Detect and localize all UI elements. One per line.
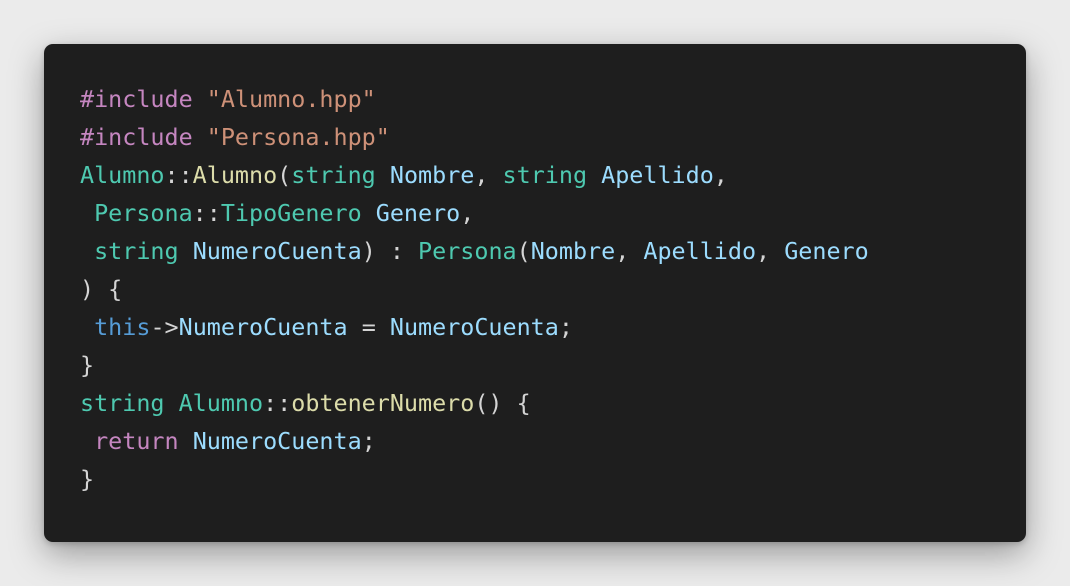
- code-token: ) {: [80, 275, 123, 303]
- code-token: Apellido: [643, 237, 757, 265]
- code-token: ->: [150, 313, 179, 341]
- code-token: string: [94, 237, 179, 265]
- code-token: =: [347, 313, 390, 341]
- code-token: return: [94, 427, 179, 455]
- code-token: Persona: [418, 237, 517, 265]
- code-token: ,: [713, 161, 728, 189]
- code-block: #include "Alumno.hpp" #include "Persona.…: [80, 80, 869, 498]
- code-token: ;: [361, 427, 376, 455]
- code-token: NumeroCuenta: [178, 313, 348, 341]
- code-line: Persona::TipoGenero Genero,: [80, 194, 869, 232]
- code-token: string: [291, 161, 376, 189]
- code-line: }: [80, 460, 869, 498]
- code-token: "Alumno.hpp": [206, 85, 376, 113]
- code-line: #include "Alumno.hpp": [80, 80, 869, 118]
- code-snippet-card: #include "Alumno.hpp" #include "Persona.…: [44, 44, 1026, 542]
- code-token: ,: [460, 199, 475, 227]
- code-token: NumeroCuenta: [192, 427, 362, 455]
- code-line: ) {: [80, 270, 869, 308]
- code-token: ,: [756, 237, 785, 265]
- code-token: "Persona.hpp": [206, 123, 390, 151]
- code-token: Alumno: [178, 389, 264, 417]
- code-token: #include: [80, 85, 193, 113]
- code-token: () {: [474, 389, 531, 417]
- code-line: }: [80, 346, 869, 384]
- code-token: ::: [164, 161, 193, 189]
- code-token: Genero: [784, 237, 869, 265]
- code-token: ) :: [361, 237, 419, 265]
- code-token: }: [80, 351, 95, 379]
- code-line: string NumeroCuenta) : Persona(Nombre, A…: [80, 232, 869, 270]
- code-token: (: [277, 161, 292, 189]
- code-token: Alumno: [80, 161, 165, 189]
- code-token: Nombre: [530, 237, 616, 265]
- code-line: Alumno::Alumno(string Nombre, string Ape…: [80, 156, 869, 194]
- code-token: string: [502, 161, 588, 189]
- code-token: obtenerNumero: [291, 389, 475, 417]
- code-token: ::: [263, 389, 292, 417]
- code-token: NumeroCuenta: [192, 237, 362, 265]
- code-token: ,: [474, 161, 503, 189]
- code-token: this: [94, 313, 151, 341]
- code-token: }: [80, 465, 95, 493]
- code-token: (: [516, 237, 531, 265]
- code-token: Genero: [375, 199, 461, 227]
- code-token: ::: [192, 199, 221, 227]
- code-line: #include "Persona.hpp": [80, 118, 869, 156]
- code-token: Nombre: [389, 161, 475, 189]
- code-token: Alumno: [192, 161, 278, 189]
- code-line: this->NumeroCuenta = NumeroCuenta;: [80, 308, 869, 346]
- code-line: return NumeroCuenta;: [80, 422, 869, 460]
- code-token: TipoGenero: [220, 199, 362, 227]
- code-token: string: [80, 389, 165, 417]
- code-token: Apellido: [601, 161, 714, 189]
- code-token: ,: [615, 237, 644, 265]
- code-token: Persona: [94, 199, 193, 227]
- code-token: ;: [558, 313, 573, 341]
- code-line: string Alumno::obtenerNumero() {: [80, 384, 869, 422]
- code-token: NumeroCuenta: [389, 313, 559, 341]
- code-token: #include: [80, 123, 193, 151]
